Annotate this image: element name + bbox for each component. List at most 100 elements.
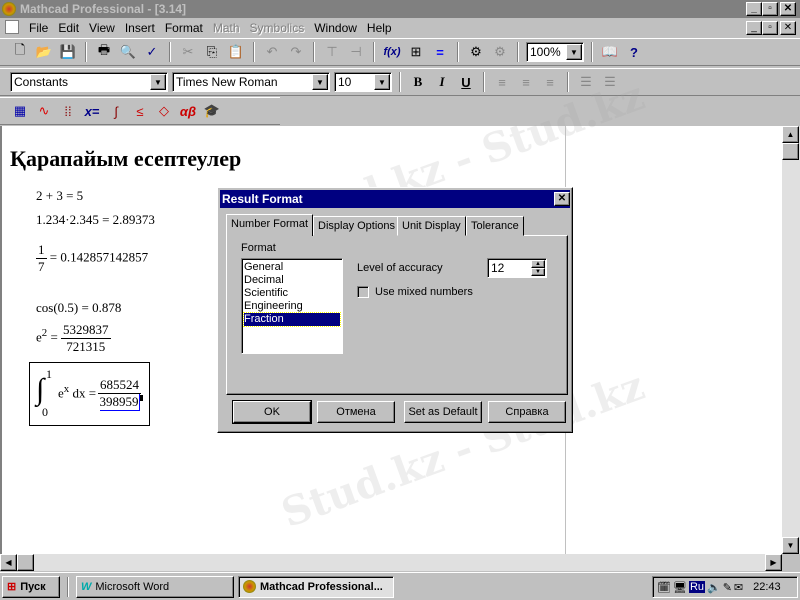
tab-unit-display[interactable]: Unit Display: [397, 216, 466, 236]
scroll-thumb[interactable]: [782, 143, 799, 160]
document-icon[interactable]: [5, 20, 19, 34]
menu-view[interactable]: View: [84, 21, 120, 35]
equation-sum[interactable]: 2 + 3 = 5: [36, 188, 83, 204]
accuracy-spinner[interactable]: 12 ▲ ▼: [487, 258, 547, 278]
spell-check-icon[interactable]: ✓: [142, 42, 162, 62]
mail-icon[interactable]: ✉: [734, 581, 743, 594]
component-icon[interactable]: ⚙: [490, 42, 510, 62]
scheduler-icon[interactable]: 🗓: [657, 581, 671, 594]
align-left-text-icon[interactable]: ≡: [492, 72, 512, 92]
mixed-numbers-checkbox[interactable]: [357, 286, 369, 298]
menu-insert[interactable]: Insert: [120, 21, 160, 35]
zoom-select[interactable]: 100%▼: [526, 42, 584, 62]
chevron-down-icon[interactable]: ▼: [312, 74, 328, 90]
paste-icon[interactable]: 📋: [226, 42, 246, 62]
maximize-button[interactable]: ▫: [762, 2, 778, 16]
task-word[interactable]: WMicrosoft Word: [76, 576, 234, 598]
evaluation-icon[interactable]: x=: [82, 101, 102, 121]
underline-button[interactable]: U: [456, 72, 476, 92]
graph-icon[interactable]: ∿: [34, 101, 54, 121]
scroll-right-icon[interactable]: ▶: [765, 554, 782, 571]
vertical-scrollbar[interactable]: ▲ ▼: [782, 126, 800, 554]
calculus-icon[interactable]: ∫: [106, 101, 126, 121]
greek-icon[interactable]: αβ: [178, 101, 198, 121]
style-select[interactable]: Constants▼: [10, 72, 168, 92]
ok-button[interactable]: OK: [233, 401, 311, 423]
horizontal-scrollbar[interactable]: ◀ ▶: [0, 554, 782, 571]
format-option-engineering[interactable]: Engineering: [244, 300, 340, 313]
format-list[interactable]: General Decimal Scientific Engineering F…: [241, 258, 343, 354]
scroll-up-icon[interactable]: ▲: [782, 126, 799, 143]
monitor-icon[interactable]: 🖥: [673, 581, 687, 594]
tab-number-format[interactable]: Number Format: [226, 214, 313, 236]
chevron-down-icon[interactable]: ▼: [566, 44, 582, 60]
print-icon[interactable]: 🖶: [94, 42, 114, 62]
menu-symbolics[interactable]: Symbolics: [245, 21, 310, 35]
undo-icon[interactable]: ↶: [262, 42, 282, 62]
equation-division[interactable]: 17 = 0.142857142857: [36, 242, 148, 275]
help-icon[interactable]: ?: [624, 42, 644, 62]
cut-icon[interactable]: ✂: [178, 42, 198, 62]
scroll-thumb[interactable]: [17, 554, 34, 571]
insert-unit-icon[interactable]: ⊞: [406, 42, 426, 62]
bullets-icon[interactable]: ☰: [576, 72, 596, 92]
resource-center-icon[interactable]: ⚙: [466, 42, 486, 62]
font-select[interactable]: Times New Roman▼: [172, 72, 330, 92]
scroll-down-icon[interactable]: ▼: [782, 537, 799, 554]
menu-format[interactable]: Format: [160, 21, 208, 35]
symbolic-icon[interactable]: 🎓: [202, 101, 222, 121]
programming-icon[interactable]: ◇: [154, 101, 174, 121]
new-icon[interactable]: 🗋: [10, 42, 30, 62]
format-option-fraction[interactable]: Fraction: [244, 313, 340, 326]
redo-icon[interactable]: ↷: [286, 42, 306, 62]
help-button[interactable]: Справка: [488, 401, 566, 423]
copy-icon[interactable]: ⎘: [202, 42, 222, 62]
scroll-left-icon[interactable]: ◀: [0, 554, 17, 571]
doc-close-button[interactable]: ✕: [780, 21, 796, 35]
language-indicator[interactable]: Ru: [689, 581, 705, 593]
task-mathcad[interactable]: Mathcad Professional...: [238, 576, 394, 598]
equation-cos[interactable]: cos(0.5) = 0.878: [36, 300, 121, 316]
chevron-down-icon[interactable]: ▼: [150, 74, 166, 90]
italic-button[interactable]: I: [432, 72, 452, 92]
spin-up-icon[interactable]: ▲: [531, 260, 545, 268]
print-preview-icon[interactable]: 🔍: [118, 42, 138, 62]
set-default-button[interactable]: Set as Default: [404, 401, 482, 423]
align-left-icon[interactable]: ⊣: [346, 42, 366, 62]
doc-restore-button[interactable]: ▫: [762, 21, 778, 35]
format-option-decimal[interactable]: Decimal: [244, 274, 340, 287]
font-size-select[interactable]: 10▼: [334, 72, 392, 92]
numbering-icon[interactable]: ☰: [600, 72, 620, 92]
align-right-icon[interactable]: ≡: [540, 72, 560, 92]
save-icon[interactable]: 💾: [58, 42, 78, 62]
calculator-icon[interactable]: ▦: [10, 101, 30, 121]
cancel-button[interactable]: Отмена: [317, 401, 395, 423]
equation-product[interactable]: 1.234·2.345 = 2.89373: [36, 212, 155, 228]
chevron-down-icon[interactable]: ▼: [374, 74, 390, 90]
matrix-icon[interactable]: ⁞⁞: [58, 101, 78, 121]
book-icon[interactable]: 📖: [600, 42, 620, 62]
doc-minimize-button[interactable]: _: [746, 21, 762, 35]
menu-window[interactable]: Window: [309, 21, 362, 35]
equation-exp[interactable]: e2 = 5329837721315: [36, 322, 111, 355]
tab-tolerance[interactable]: Tolerance: [466, 216, 524, 236]
dialog-close-button[interactable]: ✕: [554, 192, 570, 206]
start-button[interactable]: ⊞Пуск: [2, 576, 60, 598]
menu-math[interactable]: Math: [208, 21, 245, 35]
tab-display-options[interactable]: Display Options: [313, 216, 400, 236]
insert-function-icon[interactable]: f(x): [382, 42, 402, 62]
close-button[interactable]: ✕: [780, 2, 796, 16]
align-top-icon[interactable]: ⊤: [322, 42, 342, 62]
bold-button[interactable]: B: [408, 72, 428, 92]
volume-icon[interactable]: 🔈: [707, 581, 721, 594]
tools-icon[interactable]: ✎: [723, 581, 732, 594]
format-option-scientific[interactable]: Scientific: [244, 287, 340, 300]
menu-file[interactable]: File: [24, 21, 53, 35]
minimize-button[interactable]: _: [746, 2, 762, 16]
spin-down-icon[interactable]: ▼: [531, 268, 545, 276]
open-icon[interactable]: 📂: [34, 42, 54, 62]
boolean-icon[interactable]: ≤: [130, 101, 150, 121]
format-option-general[interactable]: General: [244, 261, 340, 274]
selected-region[interactable]: ∫ 1 0 ex dx = 685524398959: [29, 362, 150, 426]
menu-edit[interactable]: Edit: [53, 21, 84, 35]
